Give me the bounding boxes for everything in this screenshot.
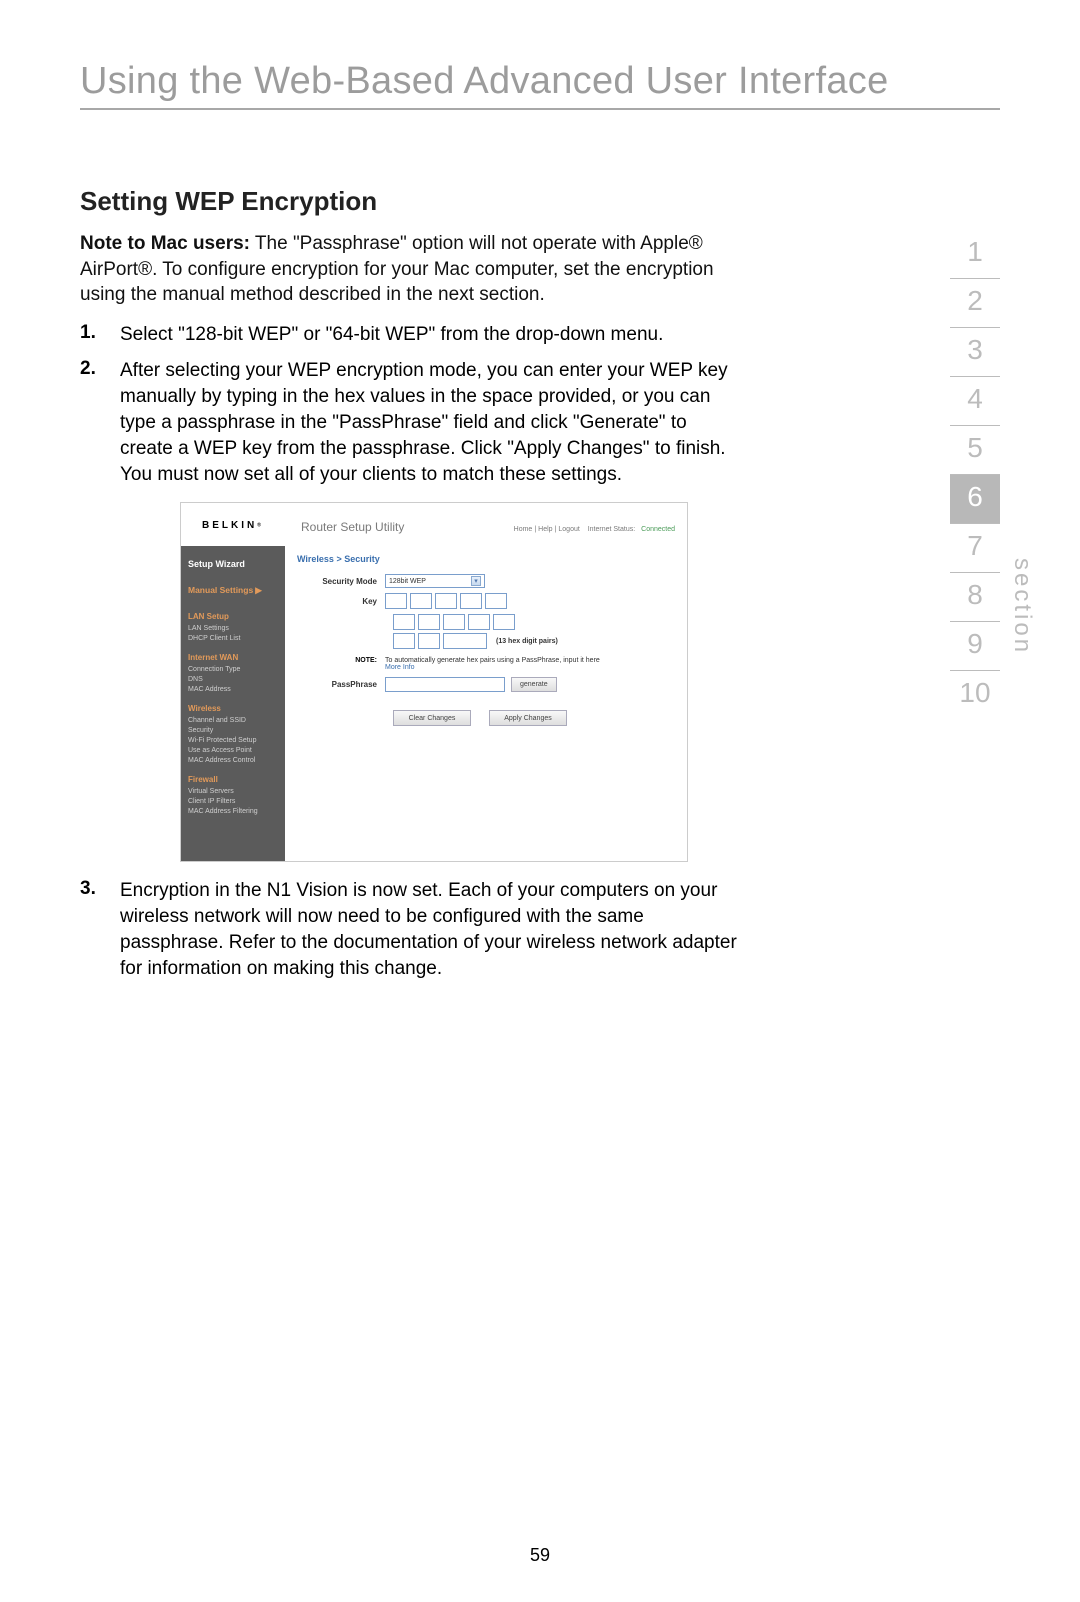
section-5[interactable]: 5 [950, 426, 1000, 475]
nav-setup-wizard[interactable]: Setup Wizard [188, 559, 278, 569]
nav-mac-filtering[interactable]: MAC Address Filtering [188, 808, 278, 815]
step-1: 1. Select "128-bit WEP" or "64-bit WEP" … [80, 322, 740, 348]
status-label: Internet Status: [588, 526, 635, 533]
section-6[interactable]: 6 [950, 475, 1000, 524]
nav-connection-type[interactable]: Connection Type [188, 666, 278, 673]
belkin-logo: BELKIN® [181, 503, 285, 546]
section-10[interactable]: 10 [950, 671, 1000, 719]
hex-hint: (13 hex digit pairs) [496, 638, 558, 645]
passphrase-input[interactable] [385, 677, 505, 692]
step-num-1: 1. [80, 322, 120, 348]
key-input-1e[interactable] [485, 593, 507, 609]
step-3: 3. Encryption in the N1 Vision is now se… [80, 878, 740, 982]
key-input-2e[interactable] [493, 614, 515, 630]
section-4[interactable]: 4 [950, 377, 1000, 426]
step-text-1: Select "128-bit WEP" or "64-bit WEP" fro… [120, 322, 740, 348]
status-value: Connected [641, 526, 675, 533]
mac-note: Note to Mac users: The "Passphrase" opti… [80, 231, 740, 308]
generate-button[interactable]: generate [511, 677, 557, 692]
link-logout[interactable]: Logout [558, 526, 579, 533]
nav-mac-address[interactable]: MAC Address [188, 686, 278, 693]
link-help[interactable]: Help [538, 526, 552, 533]
step-text-3: Encryption in the N1 Vision is now set. … [120, 878, 740, 982]
router-topbar: Router Setup Utility Home|Help|Logout In… [285, 503, 687, 548]
steps-list-cont: 3. Encryption in the N1 Vision is now se… [80, 878, 740, 982]
key-input-2b[interactable] [418, 614, 440, 630]
nav-virtual-servers[interactable]: Virtual Servers [188, 788, 278, 795]
key-input-2c[interactable] [443, 614, 465, 630]
section-vertical-label: section [1008, 558, 1036, 655]
router-screenshot: BELKIN® Setup Wizard Manual Settings▶ LA… [180, 502, 688, 862]
note-text: To automatically generate hex pairs usin… [385, 657, 675, 671]
apply-changes-button[interactable]: Apply Changes [489, 710, 567, 726]
key-input-1b[interactable] [410, 593, 432, 609]
nav-header-wan: Internet WAN [188, 653, 278, 662]
key-input-1a[interactable] [385, 593, 407, 609]
router-utility-title: Router Setup Utility [301, 520, 512, 534]
router-top-links: Home|Help|Logout Internet Status: Connec… [512, 526, 677, 533]
key-input-1c[interactable] [435, 593, 457, 609]
steps-list: 1. Select "128-bit WEP" or "64-bit WEP" … [80, 322, 740, 488]
security-form: Security Mode 128bit WEP ▾ Key [285, 574, 687, 726]
key-input-2d[interactable] [468, 614, 490, 630]
nav-mac-control[interactable]: MAC Address Control [188, 757, 278, 764]
nav-dns[interactable]: DNS [188, 676, 278, 683]
page-number: 59 [0, 1545, 1080, 1566]
nav-wps[interactable]: Wi-Fi Protected Setup [188, 737, 278, 744]
key-input-2a[interactable] [393, 614, 415, 630]
section-9[interactable]: 9 [950, 622, 1000, 671]
security-mode-label: Security Mode [297, 577, 385, 586]
nav-access-point[interactable]: Use as Access Point [188, 747, 278, 754]
nav-header-firewall: Firewall [188, 775, 278, 784]
chevron-down-icon: ▾ [471, 576, 481, 586]
nav-manual-settings[interactable]: Manual Settings▶ [188, 585, 278, 596]
page-title: Using the Web-Based Advanced User Interf… [80, 60, 1000, 103]
section-nav: 1 2 3 4 5 6 7 8 9 10 [950, 230, 1000, 719]
more-info-link[interactable]: More Info [385, 664, 415, 671]
router-main: Router Setup Utility Home|Help|Logout In… [285, 503, 687, 861]
mac-note-label: Note to Mac users: [80, 233, 250, 254]
step-2: 2. After selecting your WEP encryption m… [80, 358, 740, 488]
chevron-right-icon: ▶ [255, 585, 262, 596]
step-num-2: 2. [80, 358, 120, 488]
key-label: Key [297, 597, 385, 606]
key-input-3a[interactable] [393, 633, 415, 649]
nav-channel-ssid[interactable]: Channel and SSID [188, 717, 278, 724]
section-8[interactable]: 8 [950, 573, 1000, 622]
section-3[interactable]: 3 [950, 328, 1000, 377]
content: Setting WEP Encryption Note to Mac users… [80, 186, 740, 982]
key-input-3c[interactable] [443, 633, 487, 649]
nav-security[interactable]: Security [188, 727, 278, 734]
section-7[interactable]: 7 [950, 524, 1000, 573]
router-breadcrumb: Wireless > Security [285, 548, 687, 574]
security-mode-value: 128bit WEP [389, 578, 426, 585]
key-input-3b[interactable] [418, 633, 440, 649]
security-mode-select[interactable]: 128bit WEP ▾ [385, 574, 485, 588]
nav-dhcp-client-list[interactable]: DHCP Client List [188, 635, 278, 642]
nav-client-ip-filters[interactable]: Client IP Filters [188, 798, 278, 805]
nav-header-lan: LAN Setup [188, 612, 278, 621]
key-input-1d[interactable] [460, 593, 482, 609]
clear-changes-button[interactable]: Clear Changes [393, 710, 471, 726]
nav-header-wireless: Wireless [188, 704, 278, 713]
section-2[interactable]: 2 [950, 279, 1000, 328]
step-num-3: 3. [80, 878, 120, 982]
section-heading: Setting WEP Encryption [80, 186, 740, 217]
passphrase-label: PassPhrase [297, 680, 385, 689]
page-header: Using the Web-Based Advanced User Interf… [80, 60, 1000, 110]
section-1[interactable]: 1 [950, 230, 1000, 279]
router-sidebar: BELKIN® Setup Wizard Manual Settings▶ LA… [181, 503, 285, 861]
link-home[interactable]: Home [514, 526, 533, 533]
step-text-2: After selecting your WEP encryption mode… [120, 358, 740, 488]
nav-lan-settings[interactable]: LAN Settings [188, 625, 278, 632]
note-label: NOTE: [297, 657, 385, 671]
